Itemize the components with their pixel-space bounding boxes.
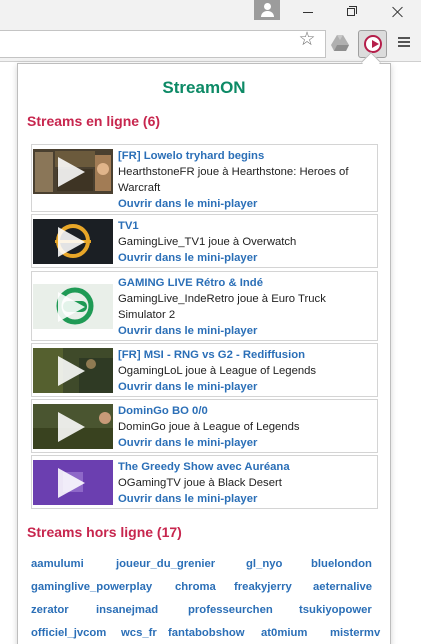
streamon-play-icon [364, 35, 382, 53]
offline-stream-link[interactable]: gl_nyo [246, 558, 282, 570]
stream-thumbnail[interactable] [33, 149, 113, 194]
stream-subtitle: HearthstoneFR joue à Hearthstone: Heroes… [118, 166, 349, 194]
play-icon [58, 412, 85, 442]
offline-stream-link[interactable]: zerator [31, 604, 69, 616]
stream-subtitle: OgamingLoL joue à League of Legends [118, 365, 317, 377]
stream-subtitle: GamingLive_TV1 joue à Overwatch [118, 236, 297, 248]
open-mini-player-link[interactable]: Ouvrir dans le mini-player [118, 323, 376, 339]
stream-subtitle: GamingLive_IndeRetro joue à Euro Truck S… [118, 293, 326, 321]
window-titlebar [0, 0, 421, 26]
offline-stream-link[interactable]: professeurchen [188, 604, 273, 616]
streamon-popup: StreamON Streams en ligne (6) [FR] Lowel… [17, 63, 391, 644]
close-icon[interactable] [376, 0, 420, 24]
restore-icon[interactable] [330, 0, 374, 24]
play-icon [58, 157, 85, 187]
open-mini-player-link[interactable]: Ouvrir dans le mini-player [118, 379, 376, 395]
user-profile-icon[interactable] [254, 0, 280, 20]
stream-title[interactable]: DominGo BO 0/0 [118, 403, 376, 419]
play-icon [58, 468, 85, 498]
stream-thumbnail[interactable] [33, 460, 113, 505]
offline-stream-link[interactable]: gaminglive_powerplay [31, 581, 152, 593]
stream-card[interactable]: The Greedy Show avec Auréana OGamingTV j… [31, 455, 378, 509]
stream-title[interactable]: [FR] MSI - RNG vs G2 - Rediffusion [118, 347, 376, 363]
stream-subtitle: OGamingTV joue à Black Desert [118, 477, 282, 489]
offline-stream-link[interactable]: wcs_fr [121, 627, 157, 639]
minimize-icon[interactable] [285, 0, 329, 24]
play-icon [58, 292, 85, 322]
stream-title[interactable]: [FR] Lowelo tryhard begins [118, 148, 376, 164]
stream-title[interactable]: The Greedy Show avec Auréana [118, 459, 376, 475]
offline-stream-link[interactable]: bluelondon [311, 558, 372, 570]
online-streams-heading: Streams en ligne (6) [27, 113, 161, 129]
offline-stream-link[interactable]: tsukiyopower [299, 604, 372, 616]
bookmark-star-icon[interactable]: ☆ [296, 30, 318, 50]
stream-card[interactable]: [FR] MSI - RNG vs G2 - Rediffusion Ogami… [31, 343, 378, 397]
offline-streams-list: aamulumi joueur_du_grenier gl_nyo bluelo… [31, 558, 381, 644]
address-bar[interactable] [0, 30, 326, 58]
offline-stream-link[interactable]: freakyjerry [234, 581, 292, 593]
offline-stream-link[interactable]: at0mium [261, 627, 307, 639]
stream-title[interactable]: TV1 [118, 218, 376, 234]
stream-card[interactable]: GAMING LIVE Rétro & Indé GamingLive_Inde… [31, 271, 378, 341]
offline-stream-link[interactable]: fantabobshow [168, 627, 245, 639]
stream-thumbnail[interactable] [33, 219, 113, 264]
stream-card[interactable]: TV1 GamingLive_TV1 joue à Overwatch Ouvr… [31, 214, 378, 268]
stream-thumbnail[interactable] [33, 284, 113, 329]
browser-toolbar: ☆ [0, 26, 421, 62]
popup-title: StreamON [162, 78, 246, 97]
offline-stream-link[interactable]: mistermv [330, 627, 380, 639]
play-icon [58, 356, 85, 386]
open-mini-player-link[interactable]: Ouvrir dans le mini-player [118, 250, 376, 266]
offline-stream-link[interactable]: joueur_du_grenier [116, 558, 215, 570]
chrome-menu-icon[interactable] [396, 35, 412, 51]
google-drive-icon[interactable] [331, 35, 349, 52]
play-icon [58, 227, 85, 257]
offline-stream-link[interactable]: aeternalive [313, 581, 372, 593]
offline-streams-heading: Streams hors ligne (17) [27, 524, 182, 540]
stream-thumbnail[interactable] [33, 348, 113, 393]
offline-stream-link[interactable]: chroma [175, 581, 216, 593]
open-mini-player-link[interactable]: Ouvrir dans le mini-player [118, 491, 376, 507]
open-mini-player-link[interactable]: Ouvrir dans le mini-player [118, 435, 376, 451]
offline-stream-link[interactable]: aamulumi [31, 558, 84, 570]
stream-subtitle: DominGo joue à League of Legends [118, 421, 300, 433]
stream-card[interactable]: [FR] Lowelo tryhard begins HearthstoneFR… [31, 144, 378, 212]
stream-thumbnail[interactable] [33, 404, 113, 449]
stream-title[interactable]: GAMING LIVE Rétro & Indé [118, 275, 376, 291]
offline-stream-link[interactable]: officiel_jvcom [31, 627, 106, 639]
offline-stream-link[interactable]: insanejmad [96, 604, 158, 616]
stream-card[interactable]: DominGo BO 0/0 DominGo joue à League of … [31, 399, 378, 453]
open-mini-player-link[interactable]: Ouvrir dans le mini-player [118, 196, 376, 212]
